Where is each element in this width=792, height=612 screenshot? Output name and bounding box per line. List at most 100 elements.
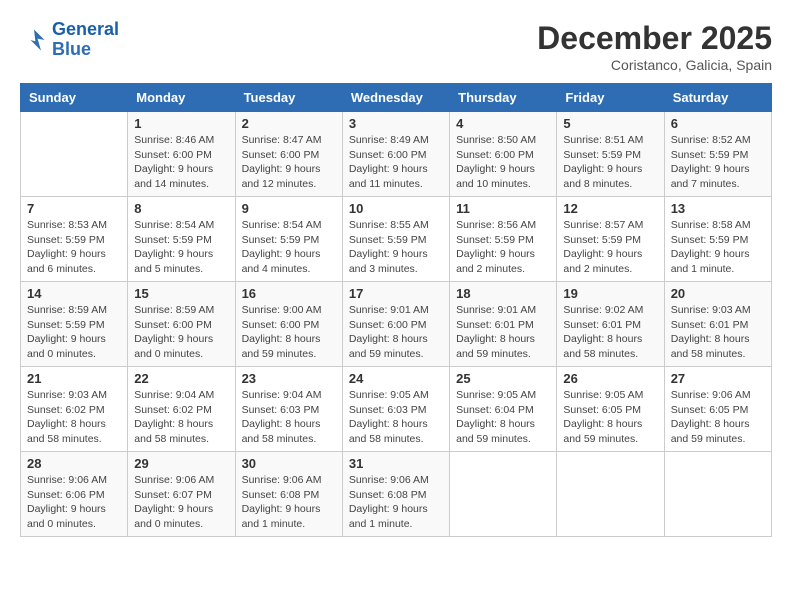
- calendar-cell: 18 Sunrise: 9:01 AM Sunset: 6:01 PM Dayli…: [450, 282, 557, 367]
- day-number: 6: [671, 116, 765, 131]
- day-info: Sunrise: 8:55 AM Sunset: 5:59 PM Dayligh…: [349, 218, 443, 277]
- calendar-cell: 21 Sunrise: 9:03 AM Sunset: 6:02 PM Dayli…: [21, 367, 128, 452]
- day-number: 21: [27, 371, 121, 386]
- day-info: Sunrise: 9:01 AM Sunset: 6:01 PM Dayligh…: [456, 303, 550, 362]
- logo: General Blue: [20, 20, 119, 60]
- day-info: Sunrise: 9:06 AM Sunset: 6:07 PM Dayligh…: [134, 473, 228, 532]
- day-info: Sunrise: 9:02 AM Sunset: 6:01 PM Dayligh…: [563, 303, 657, 362]
- day-number: 31: [349, 456, 443, 471]
- day-info: Sunrise: 8:58 AM Sunset: 5:59 PM Dayligh…: [671, 218, 765, 277]
- day-number: 4: [456, 116, 550, 131]
- day-info: Sunrise: 8:59 AM Sunset: 6:00 PM Dayligh…: [134, 303, 228, 362]
- calendar-week-row: 1Sunrise: 8:46 AM Sunset: 6:00 PM Daylig…: [21, 112, 772, 197]
- day-info: Sunrise: 9:05 AM Sunset: 6:03 PM Dayligh…: [349, 388, 443, 447]
- day-info: Sunrise: 8:53 AM Sunset: 5:59 PM Dayligh…: [27, 218, 121, 277]
- day-info: Sunrise: 9:01 AM Sunset: 6:00 PM Dayligh…: [349, 303, 443, 362]
- calendar-cell: 22 Sunrise: 9:04 AM Sunset: 6:02 PM Dayli…: [128, 367, 235, 452]
- calendar-week-row: 7 Sunrise: 8:53 AM Sunset: 5:59 PM Daylig…: [21, 197, 772, 282]
- day-number: 12: [563, 201, 657, 216]
- weekday-header-monday: Monday: [128, 84, 235, 112]
- day-number: 24: [349, 371, 443, 386]
- calendar-cell: 28Sunrise: 9:06 AM Sunset: 6:06 PM Dayli…: [21, 452, 128, 537]
- day-info: Sunrise: 9:03 AM Sunset: 6:02 PM Dayligh…: [27, 388, 121, 447]
- day-info: Sunrise: 9:05 AM Sunset: 6:05 PM Dayligh…: [563, 388, 657, 447]
- day-number: 11: [456, 201, 550, 216]
- day-info: Sunrise: 9:04 AM Sunset: 6:02 PM Dayligh…: [134, 388, 228, 447]
- calendar-cell: 5 Sunrise: 8:51 AM Sunset: 5:59 PM Daylig…: [557, 112, 664, 197]
- calendar-cell: [450, 452, 557, 537]
- day-info: Sunrise: 9:06 AM Sunset: 6:08 PM Dayligh…: [349, 473, 443, 532]
- calendar-cell: 24 Sunrise: 9:05 AM Sunset: 6:03 PM Dayli…: [342, 367, 449, 452]
- calendar-cell: 1Sunrise: 8:46 AM Sunset: 6:00 PM Daylig…: [128, 112, 235, 197]
- calendar-cell: 7 Sunrise: 8:53 AM Sunset: 5:59 PM Daylig…: [21, 197, 128, 282]
- calendar-week-row: 14Sunrise: 8:59 AM Sunset: 5:59 PM Dayli…: [21, 282, 772, 367]
- day-number: 20: [671, 286, 765, 301]
- calendar-cell: 26 Sunrise: 9:05 AM Sunset: 6:05 PM Dayli…: [557, 367, 664, 452]
- calendar-cell: 23 Sunrise: 9:04 AM Sunset: 6:03 PM Dayli…: [235, 367, 342, 452]
- day-info: Sunrise: 8:50 AM Sunset: 6:00 PM Dayligh…: [456, 133, 550, 192]
- calendar-cell: 9Sunrise: 8:54 AM Sunset: 5:59 PM Daylig…: [235, 197, 342, 282]
- calendar-cell: 12 Sunrise: 8:57 AM Sunset: 5:59 PM Dayli…: [557, 197, 664, 282]
- calendar-cell: 15 Sunrise: 8:59 AM Sunset: 6:00 PM Dayli…: [128, 282, 235, 367]
- day-info: Sunrise: 9:06 AM Sunset: 6:08 PM Dayligh…: [242, 473, 336, 532]
- calendar-cell: 16Sunrise: 9:00 AM Sunset: 6:00 PM Dayli…: [235, 282, 342, 367]
- weekday-header-tuesday: Tuesday: [235, 84, 342, 112]
- day-number: 28: [27, 456, 121, 471]
- weekday-header-wednesday: Wednesday: [342, 84, 449, 112]
- day-number: 30: [242, 456, 336, 471]
- day-info: Sunrise: 8:51 AM Sunset: 5:59 PM Dayligh…: [563, 133, 657, 192]
- calendar-cell: 30 Sunrise: 9:06 AM Sunset: 6:08 PM Dayli…: [235, 452, 342, 537]
- calendar-cell: [664, 452, 771, 537]
- calendar-cell: 8 Sunrise: 8:54 AM Sunset: 5:59 PM Daylig…: [128, 197, 235, 282]
- weekday-header-thursday: Thursday: [450, 84, 557, 112]
- calendar-cell: [21, 112, 128, 197]
- calendar-cell: 25Sunrise: 9:05 AM Sunset: 6:04 PM Dayli…: [450, 367, 557, 452]
- day-number: 8: [134, 201, 228, 216]
- day-info: Sunrise: 8:46 AM Sunset: 6:00 PM Dayligh…: [134, 133, 228, 192]
- calendar-cell: 3 Sunrise: 8:49 AM Sunset: 6:00 PM Daylig…: [342, 112, 449, 197]
- day-number: 23: [242, 371, 336, 386]
- day-number: 26: [563, 371, 657, 386]
- calendar-cell: 14Sunrise: 8:59 AM Sunset: 5:59 PM Dayli…: [21, 282, 128, 367]
- day-number: 13: [671, 201, 765, 216]
- day-info: Sunrise: 8:47 AM Sunset: 6:00 PM Dayligh…: [242, 133, 336, 192]
- calendar-cell: 11Sunrise: 8:56 AM Sunset: 5:59 PM Dayli…: [450, 197, 557, 282]
- day-number: 22: [134, 371, 228, 386]
- title-area: December 2025 Coristanco, Galicia, Spain: [537, 20, 772, 73]
- day-number: 5: [563, 116, 657, 131]
- day-number: 27: [671, 371, 765, 386]
- calendar-cell: 29Sunrise: 9:06 AM Sunset: 6:07 PM Dayli…: [128, 452, 235, 537]
- day-number: 17: [349, 286, 443, 301]
- day-info: Sunrise: 8:49 AM Sunset: 6:00 PM Dayligh…: [349, 133, 443, 192]
- calendar-cell: 20 Sunrise: 9:03 AM Sunset: 6:01 PM Dayli…: [664, 282, 771, 367]
- day-number: 25: [456, 371, 550, 386]
- day-info: Sunrise: 9:00 AM Sunset: 6:00 PM Dayligh…: [242, 303, 336, 362]
- calendar-cell: 4 Sunrise: 8:50 AM Sunset: 6:00 PM Daylig…: [450, 112, 557, 197]
- page-header: General Blue December 2025 Coristanco, G…: [20, 20, 772, 73]
- weekday-header-row: SundayMondayTuesdayWednesdayThursdayFrid…: [21, 84, 772, 112]
- calendar-week-row: 21 Sunrise: 9:03 AM Sunset: 6:02 PM Dayli…: [21, 367, 772, 452]
- day-info: Sunrise: 9:06 AM Sunset: 6:05 PM Dayligh…: [671, 388, 765, 447]
- calendar-cell: 10 Sunrise: 8:55 AM Sunset: 5:59 PM Dayli…: [342, 197, 449, 282]
- calendar-cell: 31 Sunrise: 9:06 AM Sunset: 6:08 PM Dayli…: [342, 452, 449, 537]
- calendar-cell: [557, 452, 664, 537]
- weekday-header-saturday: Saturday: [664, 84, 771, 112]
- weekday-header-sunday: Sunday: [21, 84, 128, 112]
- day-info: Sunrise: 8:57 AM Sunset: 5:59 PM Dayligh…: [563, 218, 657, 277]
- day-info: Sunrise: 9:03 AM Sunset: 6:01 PM Dayligh…: [671, 303, 765, 362]
- day-number: 7: [27, 201, 121, 216]
- day-number: 3: [349, 116, 443, 131]
- day-number: 15: [134, 286, 228, 301]
- calendar-cell: 19Sunrise: 9:02 AM Sunset: 6:01 PM Dayli…: [557, 282, 664, 367]
- day-number: 18: [456, 286, 550, 301]
- day-number: 2: [242, 116, 336, 131]
- calendar-cell: 6 Sunrise: 8:52 AM Sunset: 5:59 PM Daylig…: [664, 112, 771, 197]
- day-info: Sunrise: 9:04 AM Sunset: 6:03 PM Dayligh…: [242, 388, 336, 447]
- calendar-table: SundayMondayTuesdayWednesdayThursdayFrid…: [20, 83, 772, 537]
- calendar-cell: 17 Sunrise: 9:01 AM Sunset: 6:00 PM Dayli…: [342, 282, 449, 367]
- day-info: Sunrise: 8:54 AM Sunset: 5:59 PM Dayligh…: [134, 218, 228, 277]
- day-info: Sunrise: 8:59 AM Sunset: 5:59 PM Dayligh…: [27, 303, 121, 362]
- calendar-cell: 13 Sunrise: 8:58 AM Sunset: 5:59 PM Dayli…: [664, 197, 771, 282]
- day-info: Sunrise: 8:52 AM Sunset: 5:59 PM Dayligh…: [671, 133, 765, 192]
- day-number: 10: [349, 201, 443, 216]
